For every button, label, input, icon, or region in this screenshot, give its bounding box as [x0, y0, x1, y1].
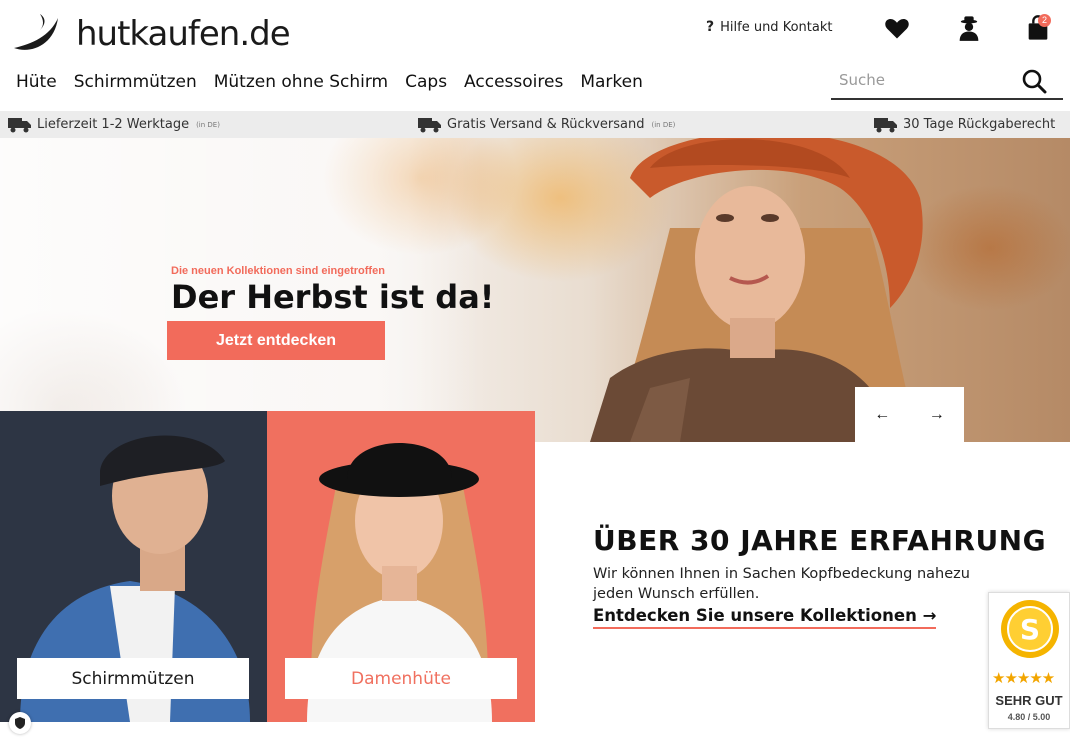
help-contact-label: Hilfe und Kontakt — [720, 19, 833, 35]
nav-item-huete[interactable]: Hüte — [16, 72, 57, 92]
nav-item-caps[interactable]: Caps — [405, 72, 447, 92]
privacy-shield-icon[interactable] — [9, 712, 31, 734]
category-tile-men[interactable]: Schirmmützen — [0, 411, 267, 722]
usp-return-text: 30 Tage Rückgaberecht — [903, 117, 1056, 132]
about-title: ÜBER 30 JAHRE ERFAHRUNG — [593, 524, 1047, 557]
help-contact-link[interactable]: ? Hilfe und Kontakt — [706, 19, 832, 35]
delivery-truck-icon — [8, 118, 31, 133]
usp-delivery: Lieferzeit 1-2 Werktage (in DE) — [8, 111, 220, 138]
usp-delivery-note: (in DE) — [196, 120, 220, 129]
usp-free-shipping-note: (in DE) — [651, 120, 676, 129]
seal-letter: S — [1020, 613, 1040, 646]
about-text: Wir können Ihnen in Sachen Kopfbedeckung… — [593, 566, 970, 602]
discover-now-button[interactable]: Jetzt entdecken — [167, 321, 385, 360]
usp-delivery-text: Lieferzeit 1-2 Werktage — [37, 117, 190, 132]
arrow-right-icon[interactable]: → — [923, 400, 951, 430]
nav-item-muetzen-ohne-schirm[interactable]: Mützen ohne Schirm — [214, 72, 388, 92]
hero-woman-hat-photo — [590, 138, 923, 442]
search-icon[interactable] — [1021, 68, 1047, 94]
usp-free-shipping: Gratis Versand & Rückversand (in DE) — [418, 111, 675, 138]
category-tile-women[interactable]: Damenhüte — [267, 411, 535, 722]
rating-label: SEHR GUT — [995, 693, 1063, 708]
shopvote-seal-icon: S — [1001, 600, 1059, 658]
main-navigation: Hüte Schirmmützen Mützen ohne Schirm Cap… — [16, 72, 643, 92]
delivery-truck-icon — [418, 118, 441, 133]
category-label-damenhuete[interactable]: Damenhüte — [285, 658, 517, 699]
rating-value: 4.80 / 5.00 — [1007, 712, 1051, 722]
usp-return: 30 Tage Rückgaberecht — [874, 111, 1055, 138]
slider-controls: ← → — [855, 387, 964, 443]
nav-item-marken[interactable]: Marken — [580, 72, 643, 92]
account-user-icon[interactable] — [955, 14, 983, 42]
nav-item-accessoires[interactable]: Accessoires — [464, 72, 563, 92]
hat-brim-logo-icon — [14, 14, 58, 50]
site-logo[interactable]: hutkaufen.de — [10, 8, 291, 58]
shield-icon — [15, 717, 25, 729]
nav-item-schirmmuetzen[interactable]: Schirmmützen — [74, 72, 197, 92]
category-label-schirmmuetzen[interactable]: Schirmmützen — [17, 658, 249, 699]
usp-free-shipping-text: Gratis Versand & Rückversand — [447, 117, 645, 132]
usp-bar: Lieferzeit 1-2 Werktage (in DE) Gratis V… — [0, 111, 1070, 138]
hero-title: Der Herbst ist da! — [171, 278, 495, 316]
hero-kicker: Die neuen Kollektionen sind eingetroffen — [171, 265, 385, 277]
wishlist-heart-icon[interactable] — [883, 14, 911, 42]
logo-text: hutkaufen.de — [76, 14, 291, 54]
arrow-left-icon[interactable]: ← — [868, 400, 896, 430]
rating-stars: ★★★★★ — [992, 670, 1055, 687]
shopvote-badge[interactable]: S ★★★★★ SEHR GUT 4.80 / 5.00 — [988, 592, 1070, 729]
search-box — [831, 64, 1063, 100]
cart-count-badge: 2 — [1038, 14, 1051, 27]
question-icon: ? — [706, 19, 715, 35]
search-input[interactable] — [831, 64, 1011, 96]
discover-collections-link[interactable]: Entdecken Sie unsere Kollektionen → — [593, 606, 937, 629]
delivery-truck-icon — [874, 118, 897, 133]
